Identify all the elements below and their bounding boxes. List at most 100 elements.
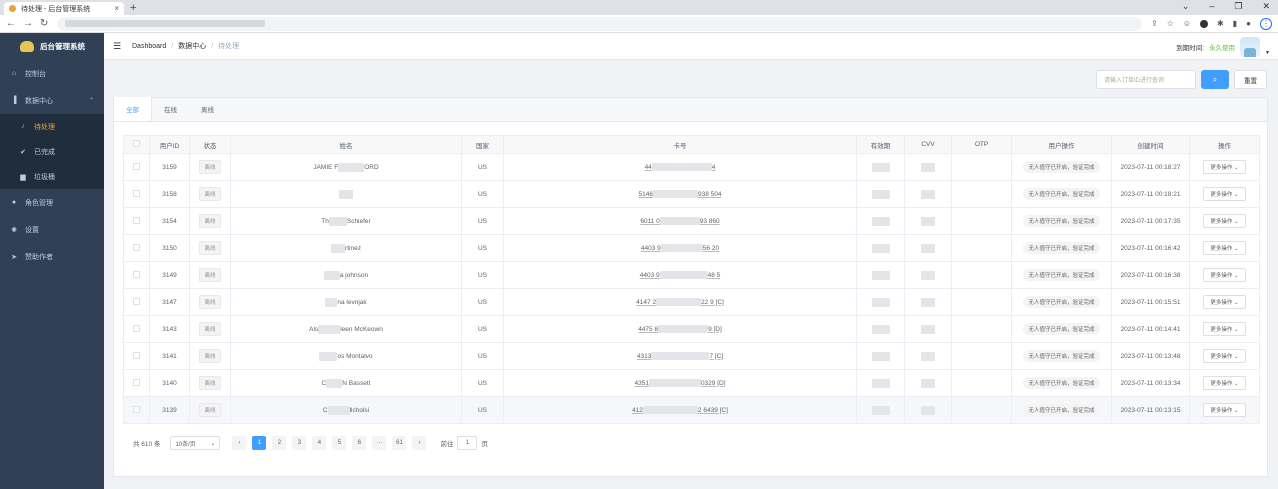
hamburger-icon[interactable]: ☰ [113,41,121,52]
search-button[interactable]: ⌕ [1201,70,1229,89]
checkbox[interactable] [133,162,140,170]
card-number-link[interactable]: 4147 2 22 9 [C] [636,298,724,306]
row-select-cell[interactable] [123,369,150,397]
card-number-link[interactable]: 4475 8 9 [D] [638,325,722,333]
page-number[interactable]: 3 [292,436,307,450]
checkbox[interactable] [133,378,140,386]
row-select-cell[interactable] [123,288,150,316]
extension-dot-icon[interactable] [1200,19,1209,28]
next-page-button[interactable]: › [412,436,427,450]
card-number-cell[interactable]: 4403 9 48 5 [503,261,857,289]
checkbox[interactable] [133,351,140,359]
table-row[interactable]: 3154 离线 Th Schiefer US 6011 0 93 860 无人值守已… [123,207,1260,235]
card-number-cell[interactable]: 6011 0 93 860 [503,207,857,235]
forward-icon[interactable]: → [23,18,33,29]
sidebar-item-dashboard[interactable]: ⌂ 控制台 [0,60,104,87]
prev-page-button[interactable]: ‹ [232,436,247,450]
more-actions-button[interactable]: 更多操作 ⌄ [1203,160,1246,174]
order-search-input[interactable]: 请输入订单ID进行查询 [1096,70,1196,89]
caret-down-icon[interactable]: ▼ [1265,50,1270,56]
table-row[interactable]: 3143 离线 Als leen McKeown US 4475 8 9 [D] 无… [123,315,1260,343]
sidebar-item-data-center[interactable]: ▐ 数据中心 ⌃ [0,87,104,114]
more-actions-button[interactable]: 更多操作 ⌄ [1203,187,1246,201]
extension-avatar-icon[interactable]: ☺ [1183,19,1191,28]
more-actions-button[interactable]: 更多操作 ⌄ [1203,403,1246,417]
card-number-link[interactable]: 412 2 6439 [C] [632,406,728,414]
star-icon[interactable]: ☆ [1167,19,1174,28]
card-number-link[interactable]: 6011 0 93 860 [640,217,720,225]
browser-tab[interactable]: 待处理 - 后台管理系统 × [4,2,124,15]
new-tab-button[interactable]: + [130,2,136,14]
back-icon[interactable]: ← [6,18,16,29]
checkbox[interactable] [133,270,140,278]
header-select-all[interactable] [123,135,150,154]
row-select-cell[interactable] [123,153,150,181]
reset-button[interactable]: 重置 [1234,70,1267,89]
puzzle-icon[interactable]: ✱ [1217,19,1224,28]
page-number[interactable]: 5 [332,436,347,450]
table-row[interactable]: 3141 离线 os Montalvo US 4313 7 [C] 无人值守已开启… [123,342,1260,370]
card-number-link[interactable]: 4403 9 56 20 [641,244,719,252]
page-number[interactable]: 2 [272,436,287,450]
more-actions-button[interactable]: 更多操作 ⌄ [1203,295,1246,309]
browser-menu-icon[interactable]: ⋮ [1260,17,1272,30]
page-number[interactable]: 6 [352,436,367,450]
sidebar-item-completed[interactable]: ✔ 已完成 [0,139,104,164]
sidebar-item-trash[interactable]: ▆ 垃圾桶 [0,164,104,189]
tab-all[interactable]: 全部 [114,97,152,121]
table-row[interactable]: 3147 离线 na levnjak US 4147 2 22 9 [C] 无人值… [123,288,1260,316]
close-window-icon[interactable]: ✕ [1262,1,1270,12]
card-number-cell[interactable]: 4147 2 22 9 [C] [503,288,857,316]
card-number-link[interactable]: 44 4 [645,163,715,171]
more-actions-button[interactable]: 更多操作 ⌄ [1203,322,1246,336]
avatar[interactable] [1240,37,1261,57]
checkbox[interactable] [133,324,140,332]
card-number-cell[interactable]: 4351 0329 [D] [503,369,857,397]
more-actions-button[interactable]: 更多操作 ⌄ [1203,241,1246,255]
table-row[interactable]: 3149 离线 a johnson US 4403 9 48 5 无人值守已开启，… [123,261,1260,289]
row-select-cell[interactable] [123,315,150,343]
goto-page-input[interactable]: 1 [457,436,478,450]
page-number[interactable]: 1 [252,436,267,450]
card-number-link[interactable]: 5146 938 504 [639,190,721,198]
table-row[interactable]: 3158 离线 US 5146 938 504 无人值守已开启，验证完成 2023… [123,180,1260,208]
checkbox[interactable] [133,297,140,305]
row-select-cell[interactable] [123,261,150,289]
sidebar-item-pending[interactable]: ♪ 待处理 [0,114,104,139]
row-select-cell[interactable] [123,234,150,262]
checkbox[interactable] [133,216,140,224]
row-select-cell[interactable] [123,207,150,235]
reload-icon[interactable]: ↻ [40,18,48,29]
page-number[interactable]: 61 [392,436,407,450]
url-input[interactable] [57,16,1142,31]
sidebar-item-settings[interactable]: ✺ 设置 [0,216,104,243]
checkbox[interactable] [133,189,140,197]
card-number-link[interactable]: 4313 7 [C] [637,352,723,360]
card-number-cell[interactable]: 4313 7 [C] [503,342,857,370]
page-ellipsis[interactable]: ··· [372,436,387,450]
tab-online[interactable]: 在线 [152,97,189,121]
card-number-link[interactable]: 4351 0329 [D] [634,379,726,387]
profile-icon[interactable]: ● [1246,19,1251,28]
table-row[interactable]: 3150 离线 rtinez US 4403 9 56 20 无人值守已开启，验证… [123,234,1260,262]
table-row[interactable]: 3159 离线 JAMIE F ORD US 44 4 无人值守已开启，验证完成 2… [123,153,1260,181]
checkbox[interactable] [133,140,140,147]
more-actions-button[interactable]: 更多操作 ⌄ [1203,349,1246,363]
row-select-cell[interactable] [123,342,150,370]
sidebar-item-sponsor[interactable]: ➤ 赞助作者 [0,243,104,270]
more-actions-button[interactable]: 更多操作 ⌄ [1203,214,1246,228]
maximize-icon[interactable]: ❐ [1234,1,1242,12]
share-icon[interactable]: ⇪ [1151,19,1158,28]
checkbox[interactable] [133,243,140,251]
checkbox[interactable] [133,405,140,413]
row-select-cell[interactable] [123,180,150,208]
sidepanel-icon[interactable]: ▮ [1233,19,1237,28]
card-number-link[interactable]: 4403 9 48 5 [640,271,720,279]
card-number-cell[interactable]: 5146 938 504 [503,180,857,208]
chevron-down-icon[interactable]: ⌄ [1182,1,1190,12]
card-number-cell[interactable]: 412 2 6439 [C] [503,396,857,424]
minimize-icon[interactable]: – [1209,1,1214,12]
close-tab-icon[interactable]: × [114,4,119,13]
page-number[interactable]: 4 [312,436,327,450]
page-size-select[interactable]: 10条/页 ⌄ [170,436,221,450]
